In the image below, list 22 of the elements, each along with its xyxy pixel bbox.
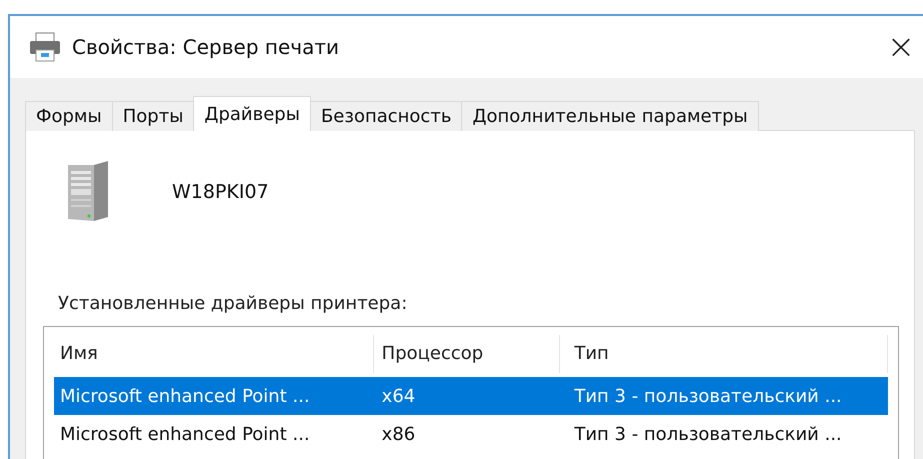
tab[interactable]: Формы [25,101,113,131]
tab[interactable]: Порты [112,101,194,131]
tab[interactable]: Безопасность [310,101,462,131]
server-name: W18PKI07 [172,181,269,203]
table-cell-text: Microsoft enhanced Point ... [59,424,311,444]
column-header[interactable]: Тип [560,335,888,373]
printer-icon [28,31,62,63]
table-cell-text: Microsoft enhanced Point ... [59,386,311,406]
driver-row[interactable]: Microsoft enhanced Point ... x86 Тип 3 - пользовательский ... [54,415,888,453]
table-cell-text: x64 [380,386,416,406]
column-header[interactable]: Процессор [374,335,560,373]
tab[interactable]: Дополнительные параметры [461,101,759,131]
server-icon [68,161,108,223]
table-cell-text: Тип 3 - пользовательский ... [573,386,843,406]
tab[interactable]: Драйверы [193,96,311,131]
driver-row[interactable]: Microsoft enhanced Point ... x64 Тип 3 - пользовательский ... [54,377,888,415]
close-button[interactable]: × [881,27,921,67]
drivers-label: Установленные драйверы принтера: [57,293,408,314]
table-cell-text: Тип 3 - пользовательский ... [573,424,843,444]
column-header[interactable]: Имя [54,335,374,373]
table-cell-text: x86 [380,424,416,444]
window-title: Свойства: Сервер печати [72,35,339,59]
